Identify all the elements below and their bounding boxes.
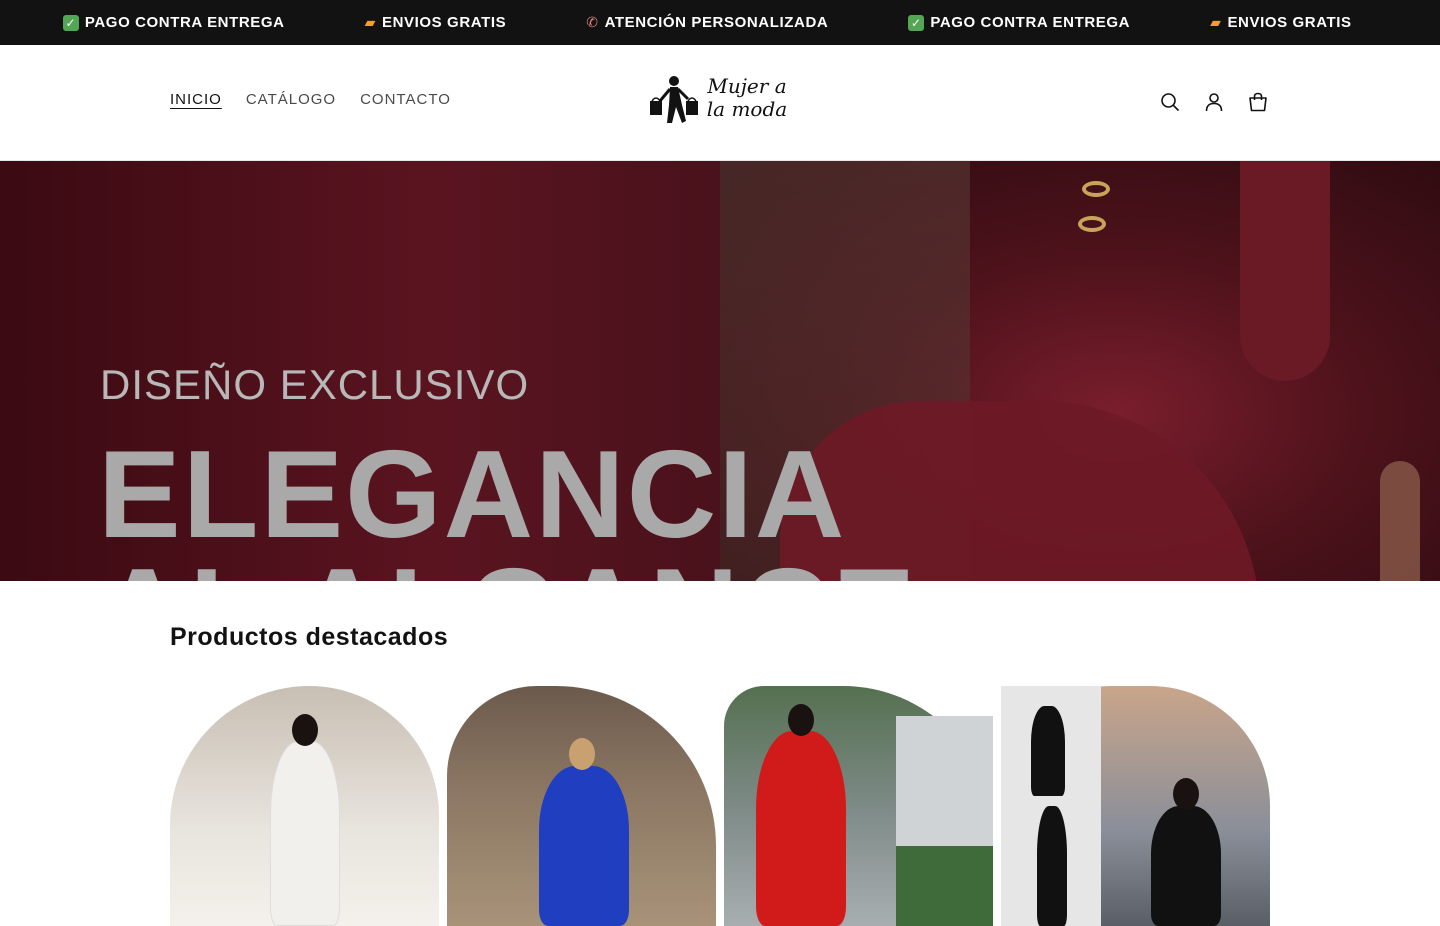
- site-header: INICIO CATÁLOGO CONTACTO Mujer a la moda: [0, 45, 1440, 161]
- model-figure: [756, 731, 846, 926]
- model-head: [292, 714, 318, 746]
- announcement-item: ▰ ENVIOS GRATIS: [364, 14, 507, 31]
- announcement-item: DA: [0, 14, 23, 31]
- hero-headline: ELEGANCIA AL ALCANCE: [98, 426, 917, 581]
- phone-icon: ✆: [586, 14, 599, 30]
- nav-item-catalogo[interactable]: CATÁLOGO: [246, 91, 336, 108]
- model-figure: [1151, 806, 1221, 926]
- model-head: [788, 704, 814, 736]
- truck-icon: ▰: [364, 14, 376, 30]
- model-head: [1173, 778, 1199, 810]
- product-image[interactable]: [170, 686, 439, 926]
- check-icon: ✓: [62, 14, 79, 31]
- model-figure: [539, 766, 629, 926]
- main-nav: INICIO CATÁLOGO CONTACTO: [170, 91, 451, 108]
- nav-item-inicio[interactable]: INICIO: [170, 91, 222, 108]
- announcement-item: ✓ PAGO CONTRA ENTREGA: [868, 14, 1170, 31]
- gold-ring-ornament: [1078, 216, 1106, 232]
- check-icon: ✓: [908, 14, 925, 31]
- hero-kicker: DISEÑO EXCLUSIVO: [100, 361, 530, 408]
- product-image[interactable]: [447, 686, 716, 926]
- product-card[interactable]: [1001, 686, 1270, 926]
- model-figure: [270, 741, 340, 926]
- product-image[interactable]: [724, 686, 993, 926]
- cart-icon[interactable]: [1246, 90, 1270, 114]
- product-grid: [170, 686, 1270, 926]
- shopper-silhouette-icon: [650, 76, 698, 123]
- announcement-item: ▰ ENVIOS GRATIS: [1210, 14, 1352, 31]
- logo[interactable]: Mujer a la moda: [640, 71, 790, 135]
- hero-banner[interactable]: DISEÑO EXCLUSIVO ELEGANCIA AL ALCANCE: [0, 161, 1440, 581]
- product-card[interactable]: [447, 686, 716, 926]
- header-icons: [1158, 90, 1270, 114]
- hero-photo-hand: [1380, 461, 1420, 581]
- nav-item-contacto[interactable]: CONTACTO: [360, 91, 451, 108]
- featured-products-title: Productos destacados: [170, 623, 449, 651]
- model-figure: [1031, 706, 1065, 796]
- announcement-track: DA ✓PAGO CONTRA ENTREGA ▰ENVIOS GRATIS ✆…: [0, 0, 1392, 45]
- product-image[interactable]: [1001, 686, 1270, 926]
- product-card[interactable]: [170, 686, 439, 926]
- announcement-bar: DA ✓PAGO CONTRA ENTREGA ▰ENVIOS GRATIS ✆…: [0, 0, 1440, 45]
- truck-icon: ▰: [1210, 14, 1222, 30]
- collage-panel: [896, 846, 993, 926]
- announcement-item: ✆ ATENCIÓN PERSONALIZADA: [586, 14, 829, 31]
- hero-headline-line1: ELEGANCIA: [98, 426, 847, 564]
- hero-photo-arm: [1240, 161, 1330, 381]
- search-icon[interactable]: [1158, 90, 1182, 114]
- hero-headline-line2: AL ALCANCE: [98, 551, 917, 581]
- model-figure: [1037, 806, 1067, 926]
- account-icon[interactable]: [1202, 90, 1226, 114]
- model-head: [569, 738, 595, 770]
- gold-ring-ornament: [1082, 181, 1110, 197]
- logo-text: Mujer a la moda: [706, 74, 788, 121]
- announcement-item: ✓ PAGO CONTRA ENTREGA: [23, 14, 325, 31]
- product-card[interactable]: [724, 686, 993, 926]
